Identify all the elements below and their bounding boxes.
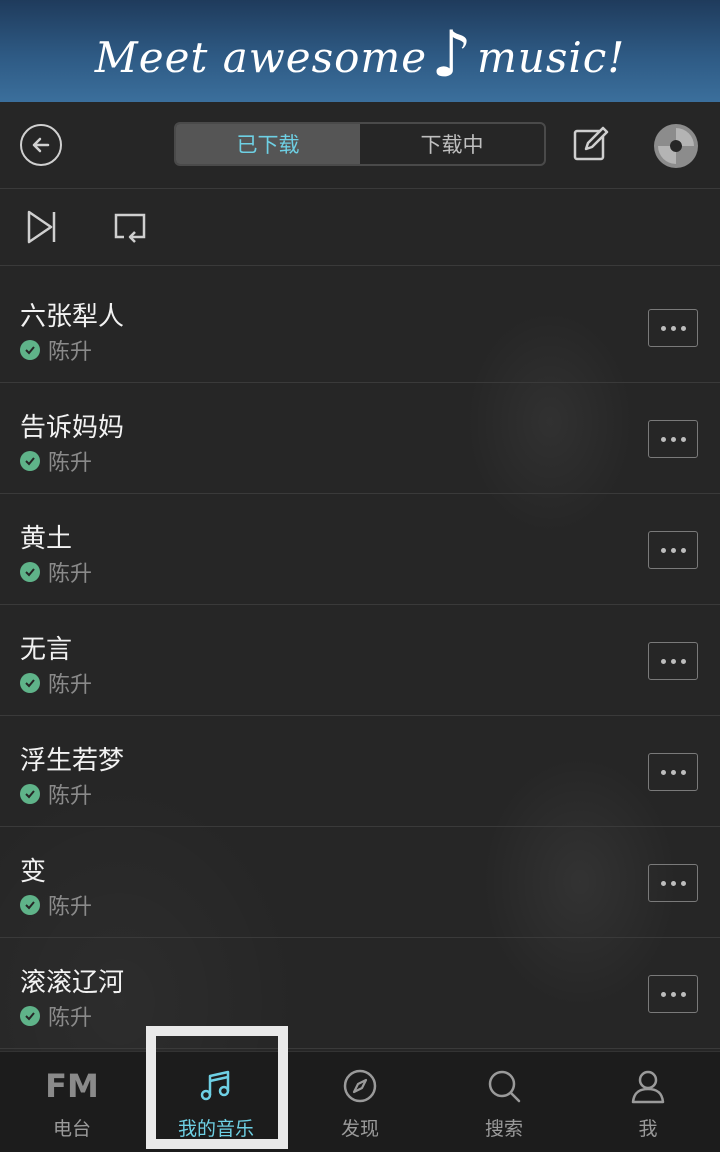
search-icon	[486, 1066, 522, 1106]
more-icon	[680, 658, 686, 664]
song-title: 六张犁人	[20, 302, 125, 332]
downloaded-check-icon	[20, 1006, 40, 1026]
download-tabs: 已下载 下载中	[174, 122, 546, 166]
more-options-button[interactable]	[648, 864, 698, 902]
loop-mode-icon[interactable]	[112, 209, 148, 245]
more-options-button[interactable]	[648, 531, 698, 569]
top-banner: Meet awesome♪music!	[0, 0, 720, 102]
song-meta: 陈升	[20, 889, 92, 921]
back-arrow-icon	[32, 137, 50, 153]
more-icon	[680, 769, 686, 775]
more-icon	[660, 769, 666, 775]
more-icon	[680, 880, 686, 886]
song-title: 浮生若梦	[20, 746, 125, 776]
more-icon	[660, 991, 666, 997]
song-meta: 陈升	[20, 445, 92, 477]
song-list: 六张犁人 陈升 告诉妈妈 陈升 黄土 陈升 无言 陈升 浮生若梦 陈升 变 陈升…	[0, 272, 720, 1049]
nav-item-my-music[interactable]: 我的音乐	[144, 1052, 288, 1152]
song-meta: 陈升	[20, 334, 92, 366]
list-item[interactable]: 浮生若梦 陈升	[0, 716, 720, 827]
banner-text-after: music!	[476, 33, 626, 82]
song-artist: 陈升	[48, 340, 93, 365]
more-options-button[interactable]	[648, 753, 698, 791]
compass-icon	[342, 1066, 378, 1106]
list-item[interactable]: 无言 陈升	[0, 605, 720, 716]
disc-icon[interactable]	[652, 122, 700, 170]
more-icon	[680, 991, 686, 997]
more-icon	[670, 436, 676, 442]
nav-item-me[interactable]: 我	[576, 1052, 720, 1152]
nav-item-discover[interactable]: 发现	[288, 1052, 432, 1152]
song-title: 变	[20, 857, 47, 887]
fm-icon-text: FM	[45, 1067, 99, 1105]
user-icon	[630, 1066, 666, 1106]
more-icon	[670, 658, 676, 664]
music-note-glyph-icon: ♪	[431, 18, 473, 92]
back-button[interactable]	[20, 124, 62, 166]
more-options-button[interactable]	[648, 642, 698, 680]
nav-label: 搜索	[484, 1118, 523, 1140]
downloaded-check-icon	[20, 673, 40, 693]
more-icon	[660, 436, 666, 442]
banner-slogan: Meet awesome♪music!	[94, 14, 626, 92]
song-title: 告诉妈妈	[20, 413, 125, 443]
more-icon	[680, 436, 686, 442]
song-title: 黄土	[20, 524, 73, 554]
nav-label: 电台	[52, 1118, 91, 1140]
song-artist: 陈升	[48, 895, 93, 920]
song-title: 无言	[20, 635, 73, 665]
downloaded-check-icon	[20, 340, 40, 360]
nav-item-radio[interactable]: FM 电台	[0, 1052, 144, 1152]
more-options-button[interactable]	[648, 420, 698, 458]
tab-downloaded[interactable]: 已下载	[176, 124, 360, 164]
more-icon	[660, 547, 666, 553]
nav-label: 发现	[340, 1118, 379, 1140]
list-item[interactable]: 告诉妈妈 陈升	[0, 383, 720, 494]
nav-label: 我的音乐	[177, 1118, 254, 1140]
more-icon	[660, 658, 666, 664]
tab-downloading[interactable]: 下载中	[360, 124, 544, 164]
song-artist: 陈升	[48, 1006, 93, 1031]
more-icon	[680, 547, 686, 553]
more-icon	[680, 325, 686, 331]
edit-icon[interactable]	[572, 124, 610, 164]
more-icon	[660, 880, 666, 886]
header-toolbar: 已下载 下载中	[0, 102, 720, 189]
banner-text-before: Meet awesome	[94, 33, 428, 82]
song-meta: 陈升	[20, 778, 92, 810]
song-meta: 陈升	[20, 556, 92, 588]
list-item[interactable]: 六张犁人 陈升	[0, 272, 720, 383]
nav-item-search[interactable]: 搜索	[432, 1052, 576, 1152]
bottom-nav: FM 电台 我的音乐 发现 搜索 我	[0, 1051, 720, 1152]
downloaded-check-icon	[20, 784, 40, 804]
downloaded-check-icon	[20, 895, 40, 915]
song-meta: 陈升	[20, 667, 92, 699]
more-options-button[interactable]	[648, 309, 698, 347]
song-artist: 陈升	[48, 562, 93, 587]
playback-controls	[0, 189, 720, 266]
music-note-icon	[198, 1066, 234, 1106]
list-item[interactable]: 滚滚辽河 陈升	[0, 938, 720, 1049]
more-options-button[interactable]	[648, 975, 698, 1013]
fm-icon: FM	[45, 1066, 99, 1106]
play-next-icon[interactable]	[24, 209, 60, 245]
list-item[interactable]: 变 陈升	[0, 827, 720, 938]
more-icon	[660, 325, 666, 331]
more-icon	[670, 769, 676, 775]
song-meta: 陈升	[20, 1000, 92, 1032]
downloaded-check-icon	[20, 562, 40, 582]
more-icon	[670, 547, 676, 553]
downloaded-check-icon	[20, 451, 40, 471]
song-title: 滚滚辽河	[20, 968, 125, 998]
song-artist: 陈升	[48, 673, 93, 698]
nav-label: 我	[638, 1118, 658, 1140]
more-icon	[670, 991, 676, 997]
more-icon	[670, 880, 676, 886]
song-artist: 陈升	[48, 784, 93, 809]
more-icon	[670, 325, 676, 331]
list-item[interactable]: 黄土 陈升	[0, 494, 720, 605]
song-artist: 陈升	[48, 451, 93, 476]
